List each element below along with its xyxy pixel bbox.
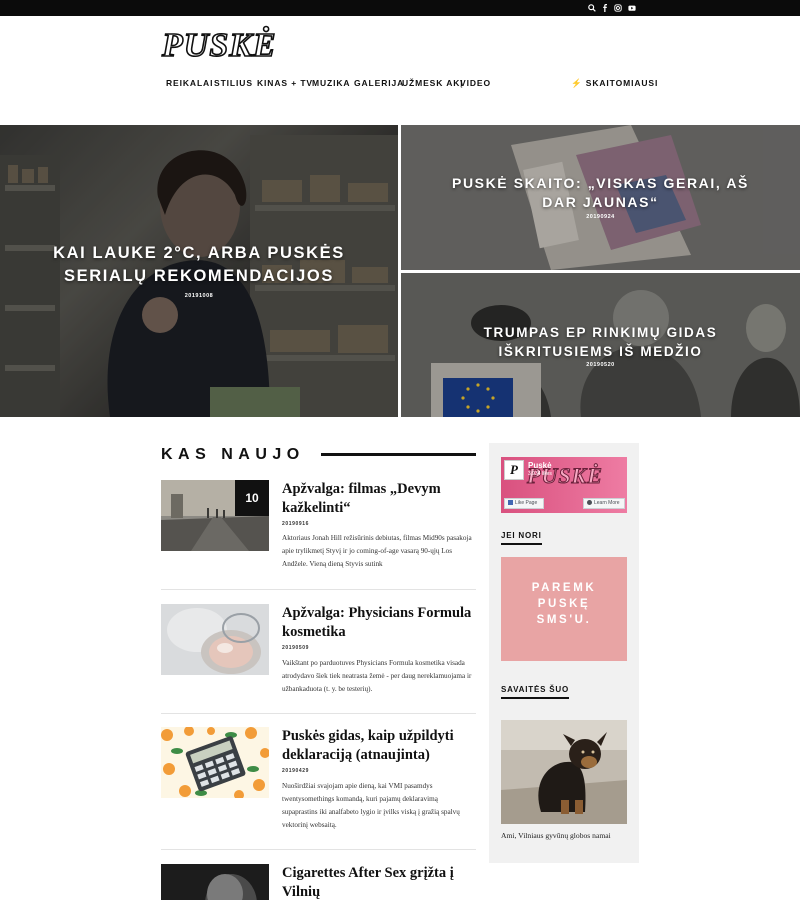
facebook-icon[interactable]: [600, 3, 610, 13]
article-divider: [161, 713, 476, 714]
article-excerpt: Nuoširdžiai svajojam apie dieną, kai VMI…: [282, 782, 460, 829]
hero-date-book: 20190924: [586, 214, 615, 220]
article-excerpt: Vaikštant po parduotuves Physicians Form…: [282, 659, 472, 693]
sidebar: PUSKĖ P Puskė 3,934 likes Like Page Lear…: [489, 443, 639, 863]
hero-tile-book[interactable]: PUSKĖ SKAITO: „VISKAS GERAI, AŠ DAR JAUN…: [401, 125, 800, 270]
hero-tile-election[interactable]: TRUMPAS EP RINKIMŲ GIDAS IŠKRITUSIEMS IŠ…: [401, 273, 800, 417]
section-divider: [321, 453, 476, 456]
hero-title-book: PUSKĖ SKAITO: „VISKAS GERAI, AŠ DAR JAUN…: [452, 175, 749, 210]
youtube-icon[interactable]: [627, 3, 637, 13]
trending-link[interactable]: ⚡ SKAITOMIAUSI: [571, 77, 658, 89]
hero-title-main: KAI LAUKE 2°C, ARBA PUSKĖS SERIALŲ REKOM…: [53, 244, 345, 285]
article-title[interactable]: Cigarettes After Sex grįžta į Vilnių: [282, 864, 474, 900]
nav-item-kinas-tv[interactable]: KINAS + TV: [257, 77, 313, 89]
article-excerpt: Aktoriaus Jonah Hill režisūrinis debiuta…: [282, 534, 472, 568]
article-card: 10 Apžvalga: filmas „Devym kažkelinti“ 2…: [161, 480, 476, 590]
search-icon[interactable]: [587, 3, 597, 13]
fb-page-name: Puskė: [528, 461, 552, 470]
dog-of-week-caption: Ami, Vilniaus gyvūnų globos namai: [501, 831, 611, 840]
article-date: 20190916: [282, 521, 310, 527]
fb-like-icon: [508, 500, 513, 505]
article-thumbnail[interactable]: [161, 864, 269, 900]
article-date: 20190509: [282, 645, 310, 651]
nav-item-uzmesk-aki[interactable]: UŽMESK AKĮ: [402, 77, 464, 89]
fb-like-button[interactable]: Like Page: [504, 498, 544, 509]
article-thumbnail[interactable]: 10: [161, 480, 269, 551]
facebook-page-widget[interactable]: PUSKĖ P Puskė 3,934 likes Like Page Lear…: [501, 457, 627, 513]
fb-learn-label: Learn More: [594, 500, 620, 506]
fb-learn-button[interactable]: Learn More: [583, 498, 625, 509]
nav-item-video[interactable]: VIDEO: [460, 77, 491, 89]
section-header: KAS NAUJO: [161, 444, 476, 464]
nav-item-stilius[interactable]: STILIUS: [214, 77, 253, 89]
nav-item-reikalai[interactable]: REIKALAI: [166, 77, 213, 89]
hero-tile-main[interactable]: KAI LAUKE 2°C, ARBA PUSKĖS SERIALŲ REKOM…: [0, 125, 398, 417]
article-thumbnail[interactable]: [161, 727, 269, 798]
nav-item-galerija[interactable]: GALERIJA: [354, 77, 404, 89]
logo-text: PUSKĖ: [161, 27, 277, 65]
section-title: KAS NAUJO: [161, 446, 305, 463]
support-text: PAREMK PUSKĘ SMS'U.: [531, 582, 597, 626]
article-divider: [161, 589, 476, 590]
article-title[interactable]: Apžvalga: filmas „Devym kažkelinti“: [282, 480, 474, 518]
article-divider: [161, 849, 476, 850]
widget-title-jei-nori: JEI NORI: [501, 531, 542, 545]
fb-info-icon: [587, 500, 592, 505]
site-logo[interactable]: PUSKĖ: [161, 26, 308, 66]
article-date: 20190429: [282, 768, 310, 774]
fb-page-avatar: P: [504, 460, 524, 480]
dog-of-week-image[interactable]: [501, 720, 627, 824]
widget-title-savaites-suo: SAVAITĖS ŠUO: [501, 685, 569, 699]
article-card: Cigarettes After Sex grįžta į Vilnių: [161, 864, 476, 900]
fb-likes-count: 3,934 likes: [528, 471, 552, 477]
support-sms-banner[interactable]: PAREMK PUSKĘ SMS'U.: [501, 557, 627, 661]
article-badge: 10: [235, 480, 269, 516]
top-bar: [0, 0, 800, 16]
hero-date-election: 20190520: [586, 362, 615, 368]
instagram-icon[interactable]: [613, 3, 623, 13]
hero-date-main: 20191008: [184, 293, 214, 299]
hero-title-election: TRUMPAS EP RINKIMŲ GIDAS IŠKRITUSIEMS IŠ…: [483, 325, 718, 359]
article-thumbnail[interactable]: [161, 604, 269, 675]
article-title[interactable]: Puskės gidas, kaip užpildyti deklaraciją…: [282, 727, 474, 765]
article-title[interactable]: Apžvalga: Physicians Formula kosmetika: [282, 604, 474, 642]
nav-item-muzika[interactable]: MUZIKA: [312, 77, 350, 89]
article-card: Puskės gidas, kaip užpildyti deklaraciją…: [161, 727, 476, 849]
fb-like-label: Like Page: [515, 500, 538, 506]
hero-grid: KAI LAUKE 2°C, ARBA PUSKĖS SERIALŲ REKOM…: [0, 125, 800, 417]
article-card: Apžvalga: Physicians Formula kosmetika 2…: [161, 604, 476, 714]
